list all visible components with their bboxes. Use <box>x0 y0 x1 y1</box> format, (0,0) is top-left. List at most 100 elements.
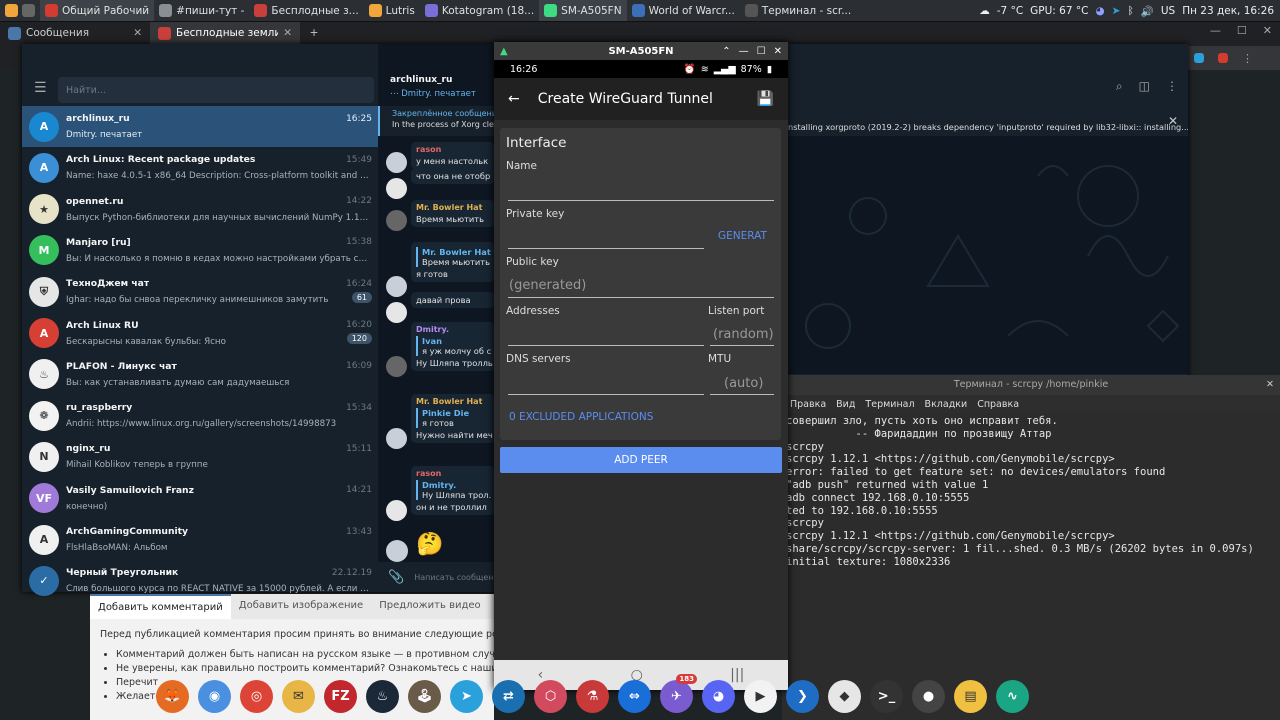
dock-obs-icon[interactable]: ● <box>912 679 945 713</box>
dock-games-icon[interactable]: 🕹 <box>408 679 441 713</box>
dock-discord-icon[interactable]: ◕ <box>702 679 735 713</box>
apps-menu-button[interactable] <box>0 0 40 21</box>
terminal-menu-item[interactable]: Вкладки <box>925 399 968 410</box>
browser-tab-messages[interactable]: Сообщения ✕ <box>0 22 150 44</box>
chat-list-item[interactable]: ★ opennet.ru 14:22 Выпуск Python-библиотеки… <box>22 189 378 230</box>
chat-list-item[interactable]: A Arch Linux RU 16:20 Бескарысны кавалак бу… <box>22 313 378 354</box>
reply-quote[interactable]: Mr. Bowler Hat Время мьютить <box>416 247 491 267</box>
close-icon[interactable]: ✕ <box>1168 114 1178 128</box>
close-icon[interactable]: ✕ <box>283 27 292 39</box>
chat-list-item[interactable]: Aarchlinux_ru 16:25 Dmitry. печатает <box>22 106 378 147</box>
message-bubble[interactable]: Mr. Bowler Hat Pinkie Die я готов Нужно най… <box>411 394 495 443</box>
dock-launcher-icon[interactable]: ❯ <box>786 679 819 713</box>
extension-icon[interactable] <box>1194 53 1204 63</box>
save-icon[interactable]: 💾 <box>757 91 774 107</box>
close-icon[interactable]: ✕ <box>1266 375 1274 395</box>
close-icon[interactable]: ✕ <box>1263 24 1272 37</box>
keep-above-icon[interactable]: ⌃ <box>722 46 730 57</box>
dock-notes-icon[interactable]: ▤ <box>954 679 987 713</box>
hamburger-menu-icon[interactable]: ☰ <box>34 80 47 96</box>
browser-tab-game[interactable]: Бесплодные земли - Иг...✕ <box>150 22 300 44</box>
clock[interactable]: Пн 23 дек, 16:26 <box>1182 5 1274 17</box>
dock-chrome-icon[interactable]: ◎ <box>240 679 273 713</box>
mtu-input[interactable] <box>710 394 774 395</box>
close-icon[interactable]: ✕ <box>774 46 782 57</box>
minimize-icon[interactable]: — <box>1210 24 1221 37</box>
dock-mail-icon[interactable]: ✉ <box>282 679 315 713</box>
bluetooth-icon[interactable]: ᛒ <box>1127 5 1133 17</box>
message-bubble[interactable]: что она не отобр <box>411 168 495 184</box>
reply-quote[interactable]: Dmitry. Ну Шляпа трол. <box>416 480 491 500</box>
discord-tray-icon[interactable]: ◕ <box>1095 5 1104 17</box>
keyboard-layout[interactable]: US <box>1161 5 1175 17</box>
dock-scrcpy-icon[interactable]: ⇄ <box>492 679 525 713</box>
extension-icon[interactable] <box>1218 53 1228 63</box>
dock-wallet-icon[interactable]: ◆ <box>828 679 861 713</box>
chat-list-item[interactable]: A Arch Linux: Recent package updates 15:49… <box>22 147 378 188</box>
sidebar-toggle-icon[interactable]: ◫ <box>1139 79 1150 94</box>
taskbar-item[interactable]: #пиши-тут - <box>154 0 249 21</box>
taskbar-item[interactable]: Lutris <box>364 0 420 21</box>
reply-quote[interactable]: Ivan я уж молчу об с <box>416 336 491 356</box>
dock-telegram-icon[interactable]: ➤ <box>450 679 483 713</box>
comment-tab[interactable]: Добавить изображение <box>231 594 371 619</box>
addresses-input[interactable] <box>508 345 704 346</box>
public-key-field[interactable] <box>508 297 774 298</box>
add-peer-button[interactable]: ADD PEER <box>500 447 782 473</box>
message-bubble[interactable]: Mr. Bowler Hat Время мьютить я готов <box>411 242 495 282</box>
terminal-output[interactable]: совершил зло, пусть хоть оно исправит те… <box>782 413 1280 569</box>
dock-monitor-icon[interactable]: ∿ <box>996 679 1029 713</box>
chat-list-item[interactable]: ⛨ ТехноДжем чат 16:24 Ighar: надо бы снвоа … <box>22 271 378 312</box>
message-input[interactable]: Написать сообщение... <box>414 573 495 582</box>
maximize-icon[interactable]: ☐ <box>1237 24 1247 37</box>
chat-list-item[interactable]: ♨ PLAFON - Линукс чат 16:09 Вы: как устанав… <box>22 354 378 395</box>
dock-terminal-icon[interactable]: >_ <box>870 679 903 713</box>
dns-input[interactable] <box>508 394 704 395</box>
minimize-icon[interactable]: — <box>739 46 749 57</box>
search-icon[interactable]: ⌕ <box>1116 79 1123 94</box>
terminal-menu-item[interactable]: Вид <box>836 399 855 410</box>
message-bubble[interactable]: rason у меня настольк <box>411 142 495 169</box>
pinned-message-text[interactable]: nstalling xorgproto (2019.2-2) breaks de… <box>788 106 1188 136</box>
attach-icon[interactable]: 📎 <box>388 570 404 585</box>
volume-icon[interactable]: 🔊 <box>1141 5 1154 18</box>
chat-list-item[interactable]: M Manjaro [ru] 15:38 Вы: И насколько я помн… <box>22 230 378 271</box>
chat-list-item[interactable]: A ArchGamingCommunity 13:43 FlsHlaBsoMAN: А… <box>22 519 378 560</box>
comment-tab[interactable]: Предложить видео <box>371 594 488 619</box>
listen-port-input[interactable] <box>710 345 774 346</box>
maximize-icon[interactable]: ☐ <box>757 46 766 57</box>
dock-player-icon[interactable]: ▶ <box>744 679 777 713</box>
taskbar-item[interactable]: Kotatogram (18... <box>420 0 539 21</box>
dock-firefox-icon[interactable]: 🦊 <box>156 679 189 713</box>
chat-list-item[interactable]: ❁ ru_raspberry 15:34 Andrii: https://www.li… <box>22 395 378 436</box>
name-input[interactable] <box>508 200 774 201</box>
terminal-menu-item[interactable]: Справка <box>977 399 1019 410</box>
comment-tab[interactable]: Добавить комментарий <box>90 594 231 619</box>
message-bubble[interactable]: Dmitry. Ivan я уж молчу об с Ну Шляпа тролл… <box>411 322 495 371</box>
dock-flask-icon[interactable]: ⚗ <box>576 679 609 713</box>
dock-chromium-icon[interactable]: ◉ <box>198 679 231 713</box>
generate-button[interactable]: GENERAT <box>718 230 767 242</box>
reply-quote[interactable]: Pinkie Die я готов <box>416 408 490 428</box>
message-bubble[interactable]: давай прова <box>411 292 495 308</box>
search-input[interactable]: Найти... <box>58 77 374 103</box>
terminal-menu-item[interactable]: Терминал <box>865 399 914 410</box>
taskbar-item[interactable]: Терминал - scr... <box>740 0 856 21</box>
taskbar-item[interactable]: Бесплодные з... <box>249 0 363 21</box>
dock-kotatogram-icon[interactable]: ✈ 183 <box>660 673 697 713</box>
excluded-applications-button[interactable]: 0 EXCLUDED APPLICATIONS <box>509 411 653 423</box>
back-arrow-icon[interactable]: ← <box>508 91 520 107</box>
private-key-input[interactable] <box>508 248 704 249</box>
dock-filezilla-icon[interactable]: FZ <box>324 679 357 713</box>
dock-steam-icon[interactable]: ♨ <box>366 679 399 713</box>
kebab-menu-icon[interactable]: ⋮ <box>1166 79 1178 94</box>
message-bubble[interactable]: rason Dmitry. Ну Шляпа трол. он и не тролли… <box>411 466 495 515</box>
dock-bitwarden-icon[interactable]: ⬡ <box>534 679 567 713</box>
taskbar-item[interactable]: World of Warcr... <box>627 0 740 21</box>
taskbar-item[interactable]: SM-A505FN <box>539 0 627 21</box>
close-icon[interactable]: ✕ <box>133 27 142 39</box>
chat-list-item[interactable]: VF Vasily Samuilovich Franz 14:21 конечно) <box>22 478 378 519</box>
message-bubble[interactable]: Mr. Bowler Hat Время мьютить <box>411 200 495 227</box>
taskbar-item[interactable]: Общий Рабочий <box>40 0 155 21</box>
terminal-menu-item[interactable]: Правка <box>790 399 826 410</box>
